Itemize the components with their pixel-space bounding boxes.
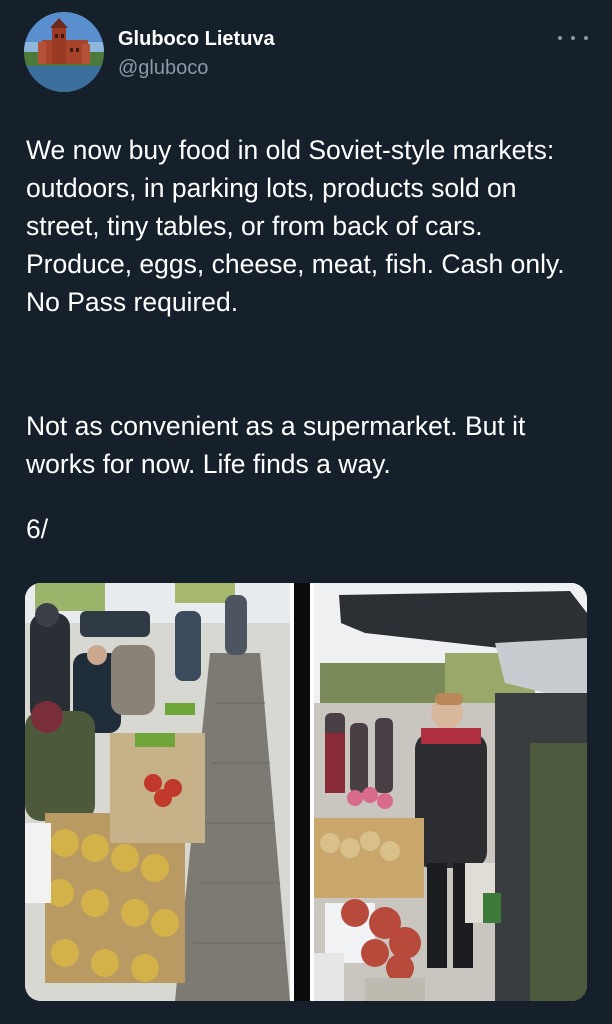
tweet-card: Gluboco Lietuva @gluboco We now buy food… [0, 0, 612, 1024]
author-handle[interactable]: @gluboco [118, 57, 208, 80]
dot [571, 36, 575, 40]
outdoor-market-street-photo[interactable] [25, 583, 290, 1001]
tweet-media[interactable] [25, 583, 587, 1001]
castle-avatar-icon [24, 12, 104, 92]
car-trunk-market-photo[interactable] [314, 583, 587, 1001]
author-avatar[interactable] [24, 12, 104, 92]
dot [584, 36, 588, 40]
more-options-icon[interactable] [558, 28, 588, 48]
tweet-text-paragraph: Not as convenient as a supermarket. But … [26, 411, 526, 479]
tweet-thread-number: 6/ [26, 514, 49, 544]
author-display-name[interactable]: Gluboco Lietuva [118, 28, 275, 51]
dot [558, 36, 562, 40]
tweet-text-paragraph: We now buy food in old Soviet-style mark… [26, 135, 565, 317]
